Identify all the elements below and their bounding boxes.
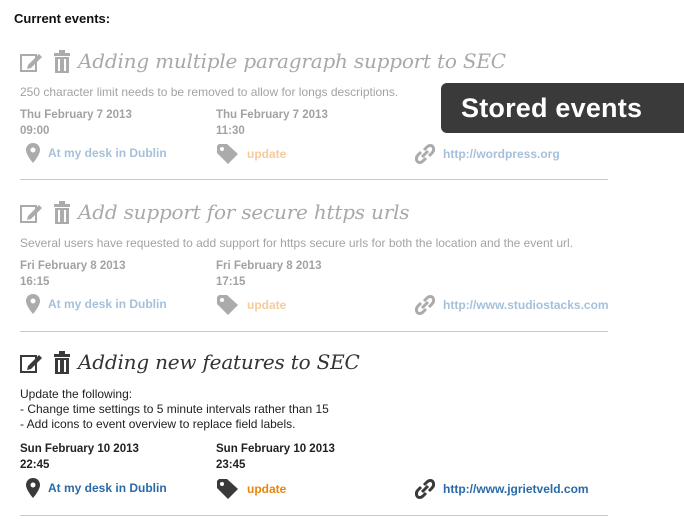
location-label[interactable]: At my desk in Dublin bbox=[48, 146, 167, 160]
category-label[interactable]: update bbox=[247, 482, 286, 496]
divider bbox=[20, 179, 608, 180]
event-title: Adding multiple paragraph support to SEC bbox=[78, 49, 506, 73]
tag-icon bbox=[217, 479, 238, 499]
end-date: Thu February 7 2013 bbox=[216, 109, 328, 121]
event-item: Adding new features to SEC Update the fo… bbox=[20, 348, 608, 516]
start-time: 22:45 bbox=[20, 459, 50, 471]
event-end: Thu February 7 2013 11:30 bbox=[216, 107, 328, 139]
url-link[interactable]: http://www.studiostacks.com bbox=[443, 298, 609, 312]
event-category: update bbox=[217, 479, 286, 499]
tag-icon bbox=[217, 144, 238, 164]
event-location: At my desk in Dublin bbox=[26, 478, 167, 498]
trash-icon[interactable] bbox=[53, 351, 71, 375]
end-time: 11:30 bbox=[216, 125, 245, 137]
location-label[interactable]: At my desk in Dublin bbox=[48, 297, 167, 311]
end-time: 23:45 bbox=[216, 459, 246, 471]
divider bbox=[20, 515, 608, 516]
end-date: Fri February 8 2013 bbox=[216, 260, 322, 272]
map-pin-icon bbox=[26, 143, 40, 163]
event-description: Update the following: - Change time sett… bbox=[20, 387, 329, 431]
trash-icon[interactable] bbox=[53, 201, 71, 225]
stored-events-banner: Stored events bbox=[441, 83, 684, 133]
event-category: update bbox=[217, 295, 286, 315]
event-url: http://www.studiostacks.com bbox=[415, 295, 609, 315]
event-url: http://wordpress.org bbox=[415, 144, 560, 164]
event-start: Fri February 8 2013 16:15 bbox=[20, 258, 125, 290]
end-date: Sun February 10 2013 bbox=[216, 443, 335, 455]
location-label[interactable]: At my desk in Dublin bbox=[48, 481, 167, 495]
start-date: Thu February 7 2013 bbox=[20, 109, 132, 121]
event-description: Several users have requested to add supp… bbox=[20, 236, 573, 250]
event-start: Sun February 10 2013 22:45 bbox=[20, 441, 139, 473]
edit-icon[interactable] bbox=[20, 352, 44, 374]
start-time: 09:00 bbox=[20, 125, 50, 137]
divider bbox=[20, 331, 608, 332]
event-location: At my desk in Dublin bbox=[26, 294, 167, 314]
event-start: Thu February 7 2013 09:00 bbox=[20, 107, 132, 139]
event-description: 250 character limit needs to be removed … bbox=[20, 85, 399, 99]
event-category: update bbox=[217, 144, 286, 164]
page-heading: Current events: bbox=[14, 11, 111, 26]
event-end: Fri February 8 2013 17:15 bbox=[216, 258, 321, 290]
event-title: Add support for secure https urls bbox=[78, 200, 410, 224]
map-pin-icon bbox=[26, 294, 40, 314]
link-icon bbox=[415, 144, 435, 164]
start-date: Sun February 10 2013 bbox=[20, 443, 139, 455]
edit-icon[interactable] bbox=[20, 51, 44, 73]
start-date: Fri February 8 2013 bbox=[20, 260, 126, 272]
url-link[interactable]: http://wordpress.org bbox=[443, 147, 560, 161]
event-title: Adding new features to SEC bbox=[78, 350, 360, 374]
trash-icon[interactable] bbox=[53, 50, 71, 74]
edit-icon[interactable] bbox=[20, 202, 44, 224]
category-label[interactable]: update bbox=[247, 147, 286, 161]
link-icon bbox=[415, 295, 435, 315]
end-time: 17:15 bbox=[216, 276, 246, 288]
event-location: At my desk in Dublin bbox=[26, 143, 167, 163]
url-link[interactable]: http://www.jgrietveld.com bbox=[443, 482, 589, 496]
tag-icon bbox=[217, 295, 238, 315]
event-end: Sun February 10 2013 23:45 bbox=[216, 441, 335, 473]
map-pin-icon bbox=[26, 478, 40, 498]
event-url: http://www.jgrietveld.com bbox=[415, 479, 589, 499]
link-icon bbox=[415, 479, 435, 499]
event-item: Add support for secure https urls Severa… bbox=[20, 198, 609, 331]
start-time: 16:15 bbox=[20, 276, 50, 288]
category-label[interactable]: update bbox=[247, 298, 286, 312]
